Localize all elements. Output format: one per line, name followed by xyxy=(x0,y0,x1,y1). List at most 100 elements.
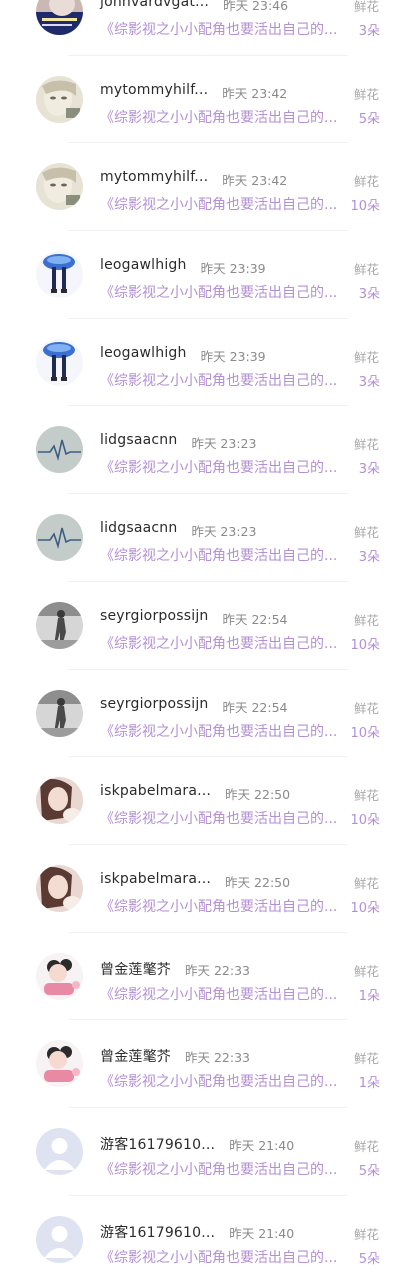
gift-record-row[interactable]: seyrgiorpossijn 昨天 22:54 鲜花 《综影视之小小配角也要活出自己… xyxy=(0,670,416,758)
gift-time: 昨天 21:40 xyxy=(229,1225,295,1241)
user-name[interactable]: 游客16179610... xyxy=(100,1222,215,1242)
flower-count: 10朵 xyxy=(350,813,380,829)
book-title-link[interactable]: 《综影视之小小配角也要活出自己的... xyxy=(100,282,337,302)
book-title-link[interactable]: 《综影视之小小配角也要活出自己的... xyxy=(100,1247,337,1267)
gift-record-row[interactable]: leogawlhigh 昨天 23:39 鲜花《综影视之小小配角也要活出自己的...… xyxy=(0,319,416,407)
gift-time: 昨天 23:23 xyxy=(191,524,257,540)
book-title-link[interactable]: 《综影视之小小配角也要活出自己的... xyxy=(100,721,337,741)
gift-record-row[interactable]: 曾金莲氅芥 昨天 22:33 鲜花《综影视之小小配角也要活出自己的... 1朵 xyxy=(0,1020,416,1108)
gift-record-list: johnvardvgat... 昨天 23:46 鲜花 《综影视之小小配角也要活出自己… xyxy=(0,0,416,1267)
user-name[interactable]: seyrgiorpossijn xyxy=(100,608,209,624)
user-avatar[interactable] xyxy=(36,777,83,825)
user-avatar[interactable] xyxy=(36,952,83,1000)
gift-record-row[interactable]: lidgsaacnn 昨天 23:23 鲜花 《综影视之小小配角也要活出自己的... 3… xyxy=(0,406,416,495)
flower-count: 3朵 xyxy=(358,462,380,478)
user-name[interactable]: 曾金莲氅芥 xyxy=(100,1046,171,1066)
flower-count: 10朵 xyxy=(350,637,380,653)
flower-count: 1朵 xyxy=(358,1076,380,1092)
user-name[interactable]: leogawlhigh xyxy=(100,345,187,361)
flower-count: 3朵 xyxy=(358,24,380,39)
user-avatar[interactable] xyxy=(36,163,83,211)
gift-type-label: 鲜花 xyxy=(354,262,380,278)
book-title-link[interactable]: 《综影视之小小配角也要活出自己的... xyxy=(100,1071,337,1091)
gift-time: 昨天 21:40 xyxy=(229,1137,295,1153)
gift-type-label: 鲜花 xyxy=(354,174,380,190)
user-avatar[interactable] xyxy=(36,864,83,912)
gift-time: 昨天 23:46 xyxy=(223,0,289,13)
user-name[interactable]: mytommyhilf... xyxy=(100,169,208,185)
gift-record-row[interactable]: lidgsaacnn 昨天 23:23 鲜花《综影视之小小配角也要活出自己的... 3… xyxy=(0,494,416,582)
user-avatar[interactable] xyxy=(36,251,83,299)
user-avatar[interactable] xyxy=(36,0,83,35)
flower-count: 10朵 xyxy=(350,199,380,215)
gift-time: 昨天 22:50 xyxy=(225,874,291,890)
gift-time: 昨天 22:33 xyxy=(185,962,250,978)
book-title-link[interactable]: 《综影视之小小配角也要活出自己的... xyxy=(100,457,337,477)
gift-record-row[interactable]: mytommyhilf... 昨天 23:42 鲜花《综影视之小小配角也要活出自己的… xyxy=(0,56,416,144)
gift-record-row[interactable]: johnvardvgat... 昨天 23:46 鲜花《综影视之小小配角也要活出自己… xyxy=(0,0,416,56)
user-name[interactable]: seyrgiorpossijn xyxy=(100,696,209,712)
gift-record-row[interactable]: 游客16179610... 昨天 21:40 鲜花《综影视之小小配角也要活出自己的.… xyxy=(0,1108,416,1196)
flower-count: 5朵 xyxy=(358,1251,380,1267)
gift-type-label: 鲜花 xyxy=(354,1051,380,1067)
flower-count: 5朵 xyxy=(358,1163,380,1179)
gift-time: 昨天 23:39 xyxy=(200,348,266,364)
book-title-link[interactable]: 《综影视之小小配角也要活出自己的... xyxy=(100,107,337,127)
user-name[interactable]: iskpabelmara... xyxy=(100,783,211,799)
gift-time: 昨天 23:42 xyxy=(222,173,288,189)
book-title-link[interactable]: 《综影视之小小配角也要活出自己的... xyxy=(100,633,337,653)
book-title-link[interactable]: 《综影视之小小配角也要活出自己的... xyxy=(100,545,337,565)
book-title-link[interactable]: 《综影视之小小配角也要活出自己的... xyxy=(100,896,337,916)
book-title-link[interactable]: 《综影视之小小配角也要活出自己的... xyxy=(100,370,337,390)
user-avatar[interactable] xyxy=(36,1215,83,1263)
user-avatar[interactable] xyxy=(36,601,83,649)
gift-type-label: 鲜花 xyxy=(354,525,380,541)
gift-time: 昨天 22:54 xyxy=(222,611,288,627)
gift-type-label: 鲜花 xyxy=(354,963,380,979)
gift-type-label: 鲜花 xyxy=(354,612,380,628)
gift-record-row[interactable]: seyrgiorpossijn 昨天 22:54 鲜花《综影视之小小配角也要活出自己… xyxy=(0,582,416,670)
flower-count: 1朵 xyxy=(358,988,380,1004)
user-name[interactable]: 游客16179610... xyxy=(100,1134,215,1154)
book-title-link[interactable]: 《综影视之小小配角也要活出自己的... xyxy=(100,19,337,39)
gift-type-label: 鲜花 xyxy=(354,1138,380,1154)
user-name[interactable]: iskpabelmara... xyxy=(100,871,211,887)
user-avatar[interactable] xyxy=(36,1127,83,1175)
flower-count: 3朵 xyxy=(358,287,380,303)
user-avatar[interactable] xyxy=(36,426,83,474)
user-avatar[interactable] xyxy=(36,75,83,123)
gift-record-row[interactable]: mytommyhilf... 昨天 23:42 鲜花《综影视之小小配角也要活出自己的… xyxy=(0,143,416,232)
user-name[interactable]: leogawlhigh xyxy=(100,257,187,273)
gift-type-label: 鲜花 xyxy=(354,86,380,102)
book-title-link[interactable]: 《综影视之小小配角也要活出自己的... xyxy=(100,1159,337,1179)
gift-time: 昨天 23:42 xyxy=(222,85,288,101)
gift-time: 昨天 22:33 xyxy=(185,1050,250,1066)
gift-type-label: 鲜花 xyxy=(354,788,380,804)
user-name[interactable]: lidgsaacnn xyxy=(100,432,177,448)
user-name[interactable]: johnvardvgat... xyxy=(100,0,209,10)
gift-record-row[interactable]: 曾金莲氅芥 昨天 22:33 鲜花《综影视之小小配角也要活出自己的... 1朵 xyxy=(0,933,416,1021)
gift-type-label: 鲜花 xyxy=(354,1226,380,1242)
user-name[interactable]: mytommyhilf... xyxy=(100,82,208,98)
gift-record-row[interactable]: 游客16179610... 昨天 21:40 鲜花《综影视之小小配角也要活出自己的.… xyxy=(0,1196,416,1280)
book-title-link[interactable]: 《综影视之小小配角也要活出自己的... xyxy=(100,194,337,214)
flower-count: 10朵 xyxy=(350,725,380,741)
flower-count: 3朵 xyxy=(358,374,380,390)
user-avatar[interactable] xyxy=(36,689,83,737)
gift-time: 昨天 22:50 xyxy=(225,787,291,803)
user-avatar[interactable] xyxy=(36,1040,83,1088)
gift-type-label: 鲜花 xyxy=(354,700,380,716)
gift-type-label: 鲜花 xyxy=(354,0,380,14)
book-title-link[interactable]: 《综影视之小小配角也要活出自己的... xyxy=(100,984,337,1004)
gift-type-label: 鲜花 xyxy=(354,349,380,365)
user-avatar[interactable] xyxy=(36,338,83,386)
gift-record-row[interactable]: iskpabelmara... 昨天 22:50 鲜花《综影视之小小配角也要活出自己… xyxy=(0,757,416,845)
user-avatar[interactable] xyxy=(36,514,83,562)
book-title-link[interactable]: 《综影视之小小配角也要活出自己的... xyxy=(100,808,337,828)
gift-record-row[interactable]: iskpabelmara... 昨天 22:50 鲜花 《综影视之小小配角也要活出自己… xyxy=(0,845,416,933)
flower-count: 5朵 xyxy=(358,111,380,127)
flower-count: 3朵 xyxy=(358,550,380,566)
gift-record-row[interactable]: leogawlhigh 昨天 23:39 鲜花 《综影视之小小配角也要活出自己的...… xyxy=(0,231,416,319)
user-name[interactable]: 曾金莲氅芥 xyxy=(100,959,171,979)
user-name[interactable]: lidgsaacnn xyxy=(100,520,177,536)
